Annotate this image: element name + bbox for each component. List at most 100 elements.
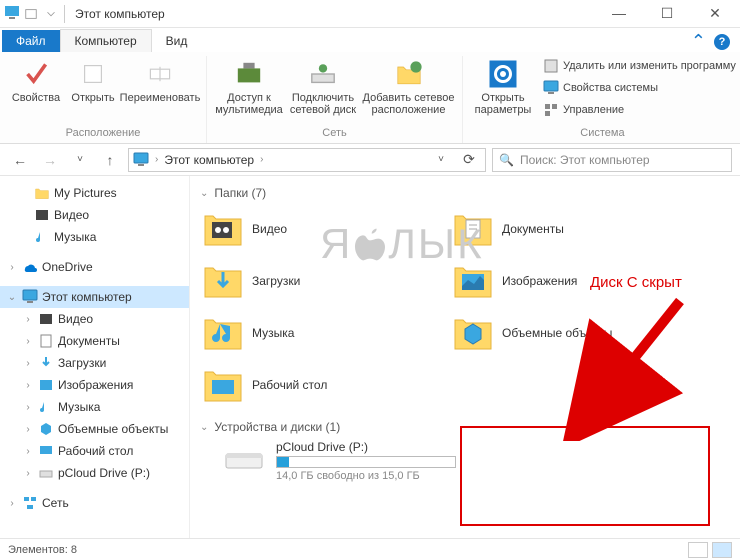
open-settings-button[interactable]: Открыть параметры [469,56,537,118]
forward-button[interactable]: → [38,148,62,172]
search-input[interactable]: 🔍 Поиск: Этот компьютер [492,148,732,172]
breadcrumb-bar[interactable]: › Этот компьютер › ˅ ⟳ [128,148,486,172]
map-drive-button[interactable]: Подключить сетевой диск [287,56,359,118]
thumbnails-view-button[interactable] [712,542,732,558]
recent-dropdown[interactable]: ˅ [68,148,92,172]
tree-item-documents[interactable]: ›Документы [0,330,189,352]
content-pane[interactable]: ⌄Папки (7) Видео Документы Загрузки Изоб… [190,176,740,538]
tree-item-videos[interactable]: Видео [0,204,189,226]
images-folder-icon [452,260,494,302]
system-icon [4,4,20,23]
media-access-button[interactable]: Доступ к мультимедиа [213,56,285,118]
folders-grid: Видео Документы Загрузки Изображения Муз… [200,206,730,408]
folder-item-music[interactable]: Музыка [200,310,440,356]
tree-item-pcloud[interactable]: ›pCloud Drive (P:) [0,462,189,484]
search-placeholder: Поиск: Этот компьютер [520,153,650,167]
objects3d-icon [38,421,54,437]
tree-item-3d[interactable]: ›Объемные объекты [0,418,189,440]
tab-file[interactable]: Файл [2,30,60,52]
ribbon-group-location: Свойства Открыть Переименовать Расположе… [0,56,207,143]
titlebar: Этот компьютер — ☐ ✕ [0,0,740,28]
minimize-button[interactable]: — [604,5,634,22]
refresh-button[interactable]: ⟳ [457,148,481,172]
section-header-drives[interactable]: ⌄Устройства и диски (1) [200,420,730,434]
music-folder-icon [202,312,244,354]
explorer-body: My Pictures Видео Музыка ›OneDrive ⌄Этот… [0,176,740,538]
search-icon: 🔍 [499,153,514,167]
folder-item-desktop[interactable]: Рабочий стол [200,362,440,408]
ribbon: Свойства Открыть Переименовать Расположе… [0,52,740,144]
breadcrumb-item[interactable]: Этот компьютер [164,153,254,167]
help-icon[interactable]: ? [714,34,730,50]
group-label: Система [580,125,624,143]
section-header-folders[interactable]: ⌄Папки (7) [200,186,730,200]
computer-icon [22,289,38,305]
uninstall-program-button[interactable]: Удалить или изменить программу [543,56,736,76]
tree-item-videos[interactable]: ›Видео [0,308,189,330]
system-properties-button[interactable]: Свойства системы [543,78,736,98]
videos-icon [34,207,50,223]
documents-folder-icon [452,208,494,250]
quick-access-toolbar: Этот компьютер [4,3,165,25]
collapse-ribbon-icon[interactable]: ⌃ [691,31,706,52]
videos-icon [38,311,54,327]
tree-item-desktop[interactable]: ›Рабочий стол [0,440,189,462]
tree-item-thispc[interactable]: ⌄Этот компьютер [0,286,189,308]
music-icon [38,399,54,415]
desktop-icon [38,443,54,459]
window-title: Этот компьютер [75,7,165,21]
tree-item-images[interactable]: ›Изображения [0,374,189,396]
annotation-text: Диск C скрыт [590,274,682,291]
folder-item-downloads[interactable]: Загрузки [200,258,440,304]
images-icon [38,377,54,393]
open-button[interactable]: Открыть [68,56,118,106]
uninstall-icon [543,58,559,74]
computer-icon [133,152,149,168]
drive-icon [224,446,266,476]
back-button[interactable]: ← [8,148,32,172]
tab-computer[interactable]: Компьютер [60,29,152,52]
tree-item-onedrive[interactable]: ›OneDrive [0,256,189,278]
add-network-button[interactable]: Добавить сетевое расположение [361,56,456,118]
manage-button[interactable]: Управление [543,100,736,120]
tree-item-downloads[interactable]: ›Загрузки [0,352,189,374]
folder-icon [34,185,50,201]
tree-item-pictures[interactable]: My Pictures [0,182,189,204]
maximize-button[interactable]: ☐ [652,5,682,22]
rename-button[interactable]: Переименовать [120,56,200,106]
breadcrumb-dropdown[interactable]: ˅ [429,148,453,172]
close-button[interactable]: ✕ [700,5,730,22]
tree-item-music[interactable]: Музыка [0,226,189,248]
ribbon-group-system: Открыть параметры Удалить или изменить п… [463,56,740,143]
details-view-button[interactable] [688,542,708,558]
network-icon [22,495,38,511]
ribbon-group-network: Доступ к мультимедиа Подключить сетевой … [207,56,463,143]
group-label: Расположение [66,125,141,143]
videos-folder-icon [202,208,244,250]
drive-icon [38,465,54,481]
up-button[interactable]: ↑ [98,148,122,172]
documents-icon [38,333,54,349]
tree-item-music[interactable]: ›Музыка [0,396,189,418]
folder-item-documents[interactable]: Документы [450,206,690,252]
navigation-pane[interactable]: My Pictures Видео Музыка ›OneDrive ⌄Этот… [0,176,190,538]
objects3d-folder-icon [452,312,494,354]
music-icon [34,229,50,245]
item-count: Элементов: 8 [8,544,77,556]
drive-capacity-bar [276,456,456,468]
address-bar-row: ← → ˅ ↑ › Этот компьютер › ˅ ⟳ 🔍 Поиск: … [0,144,740,176]
folder-item-videos[interactable]: Видео [200,206,440,252]
qat-dropdown[interactable] [42,3,60,25]
downloads-icon [38,355,54,371]
downloads-folder-icon [202,260,244,302]
separator [64,5,65,23]
onedrive-icon [22,259,38,275]
tab-view[interactable]: Вид [152,30,202,52]
qat-button[interactable] [22,3,40,25]
drive-name: pCloud Drive (P:) [276,440,456,454]
drive-item-pcloud[interactable]: pCloud Drive (P:) 14,0 ГБ свободно из 15… [224,440,730,482]
tree-item-network[interactable]: ›Сеть [0,492,189,514]
window-controls: — ☐ ✕ [604,5,736,22]
folder-item-3d[interactable]: Объемные объекты [450,310,690,356]
properties-button[interactable]: Свойства [6,56,66,106]
